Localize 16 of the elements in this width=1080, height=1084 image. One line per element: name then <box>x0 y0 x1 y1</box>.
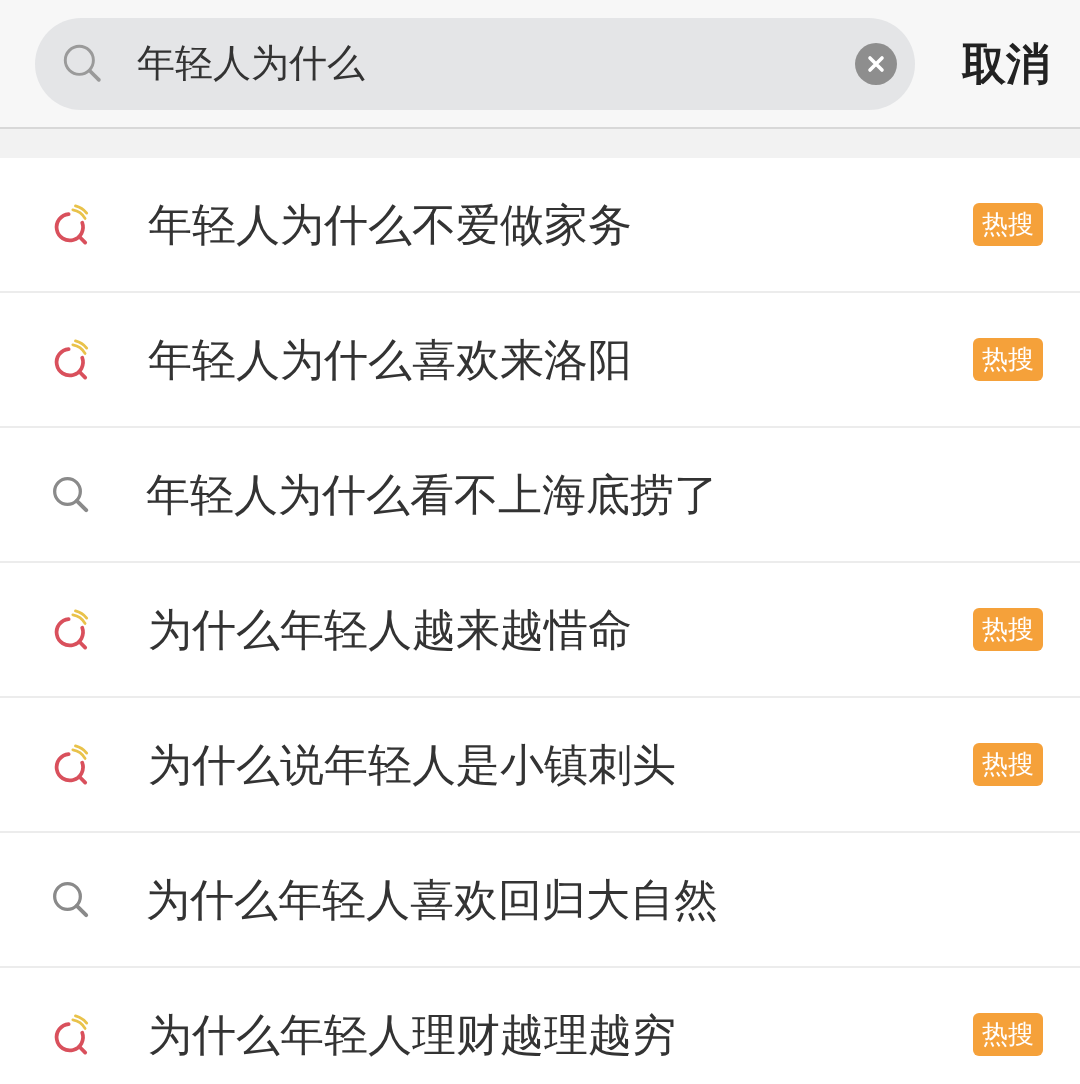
cancel-button[interactable]: 取消 <box>962 41 1050 86</box>
hot-search-tag: 热搜 <box>973 203 1043 246</box>
clear-icon[interactable] <box>855 42 897 85</box>
suggestion-text: 为什么说年轻人是小镇刺头 <box>148 738 676 791</box>
hot-search-tag: 热搜 <box>973 608 1043 651</box>
suggestion-text: 年轻人为什么看不上海底捞了 <box>146 468 718 521</box>
suggestion-text: 为什么年轻人越来越惜命 <box>148 603 632 656</box>
suggestion-text: 年轻人为什么不爱做家务 <box>148 198 632 251</box>
search-query: 年轻人为什么 <box>137 41 365 86</box>
suggestion-text: 年轻人为什么喜欢来洛阳 <box>148 333 632 386</box>
suggestion-text: 为什么年轻人理财越理越穷 <box>148 1008 676 1061</box>
search-field[interactable]: 年轻人为什么 <box>35 17 915 110</box>
hot-search-tag: 热搜 <box>973 1013 1043 1056</box>
hot-search-tag: 热搜 <box>973 338 1043 381</box>
hot-search-tag: 热搜 <box>973 743 1043 786</box>
suggestion-text: 为什么年轻人喜欢回归大自然 <box>146 873 718 926</box>
